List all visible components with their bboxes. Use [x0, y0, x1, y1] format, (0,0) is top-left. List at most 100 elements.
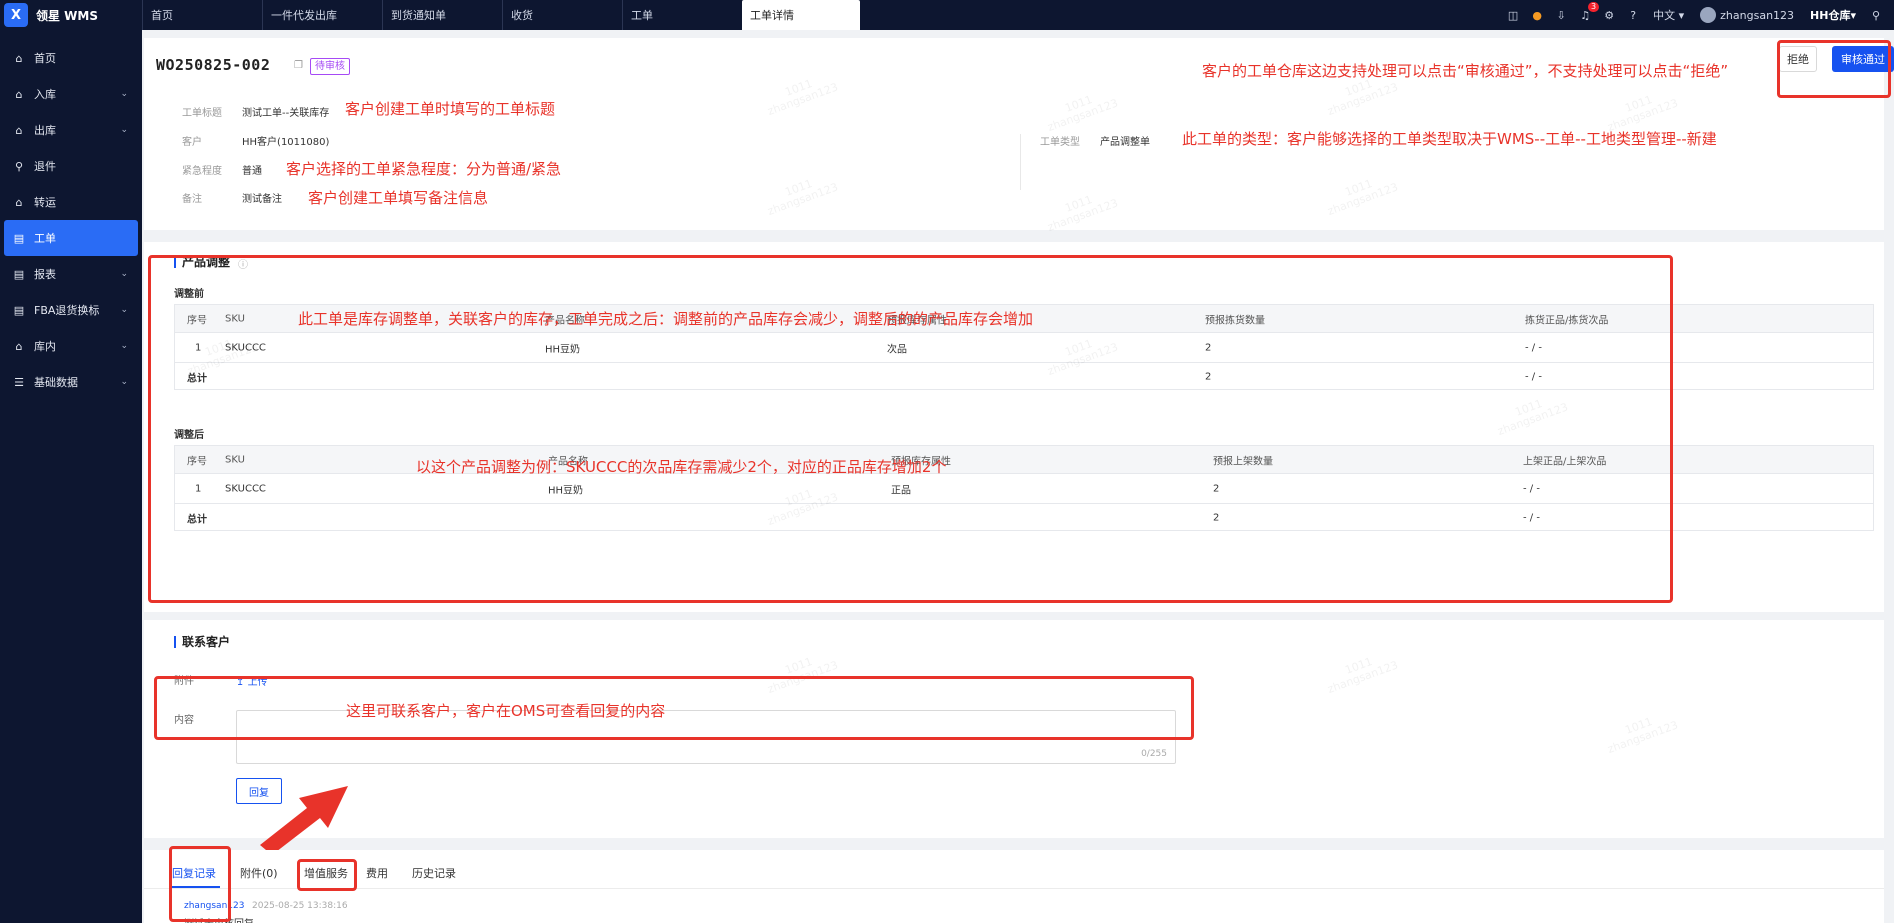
warehouse-label: HH仓库	[1810, 9, 1851, 22]
contact-card: 联系客户 附件 ↥ 上传 内容 0/255 回复 1011 zhangsan123…	[144, 620, 1884, 838]
warehouse-select[interactable]: HH仓库▾	[1810, 7, 1856, 23]
reply-time: 2025-08-25 13:38:16	[252, 901, 348, 911]
tab-home[interactable]: 首页	[142, 0, 262, 30]
adjust-section-title: 产品调整	[174, 256, 230, 268]
transfer-icon: ⌂	[15, 195, 23, 209]
upload-label: 上传	[247, 677, 268, 688]
col-shelf: 上架正品/上架次品	[1523, 456, 1607, 467]
main-content: WO250825-002 ❐ 待审核 工单标题 测试工单--关联库存 客户 HH…	[142, 30, 1894, 923]
avatar[interactable]	[1700, 7, 1717, 23]
watermark: 1011 zhangsan123	[1495, 396, 1570, 438]
total-pick: - / -	[1525, 371, 1542, 383]
sidebar-item-report[interactable]: ▤ 报表 ⌄	[0, 256, 142, 292]
sidebar-item-label: 工单	[34, 232, 56, 245]
total-shelf: - / -	[1523, 512, 1540, 524]
row-qty: 2	[1213, 483, 1220, 494]
col-pick: 拣货正品/拣货次品	[1525, 315, 1609, 326]
reject-button[interactable]: 拒绝	[1779, 46, 1817, 72]
chevron-down-icon: ⌄	[120, 341, 128, 351]
chevron-down-icon: ⌄	[120, 125, 128, 135]
row-stock-attr: 次品	[887, 344, 907, 355]
sidebar-item-transfer[interactable]: ⌂ 转运	[0, 184, 142, 220]
remark-label: 备注	[182, 194, 202, 205]
title-value: 测试工单--关联库存	[242, 108, 330, 119]
tab-arrival-notice[interactable]: 到货通知单	[382, 0, 502, 30]
type-label: 工单类型	[1040, 137, 1080, 148]
row-shelf: - / -	[1523, 483, 1540, 494]
type-value: 产品调整单	[1100, 137, 1150, 148]
tab-attachments[interactable]: 附件(0)	[240, 865, 278, 881]
watermark: 1011 zhangsan123	[1045, 192, 1120, 234]
sidebar-item-label: 首页	[34, 52, 56, 65]
tab-fees[interactable]: 费用	[366, 865, 388, 881]
help-icon[interactable]: ?	[1625, 7, 1641, 23]
urgency-value: 普通	[242, 166, 262, 177]
sidebar-item-label: 库内	[34, 340, 56, 353]
upload-button[interactable]: ↥ 上传	[236, 673, 268, 688]
app-name: 领星 WMS	[36, 8, 98, 23]
chevron-down-icon: ⌄	[120, 89, 128, 99]
printer-icon[interactable]: ◫	[1505, 7, 1521, 23]
tab-dropship-outbound[interactable]: 一件代发出库	[262, 0, 382, 30]
sidebar-item-outbound[interactable]: ⌂ 出库 ⌄	[0, 112, 142, 148]
approve-button[interactable]: 审核通过	[1832, 46, 1894, 72]
username[interactable]: zhangsan123	[1720, 9, 1794, 22]
watermark: 1011 zhangsan123	[1325, 654, 1400, 696]
tab-workorder[interactable]: 工单	[622, 0, 742, 30]
sidebar-item-return[interactable]: ⚲ 退件	[0, 148, 142, 184]
table-total-row: 总计 2 - / -	[175, 363, 1873, 391]
watermark: 1011 zhangsan123	[765, 76, 840, 118]
robot-icon[interactable]: ●	[1529, 7, 1545, 23]
watermark: 1011 zhangsan123	[765, 176, 840, 218]
sidebar-item-label: 退件	[34, 160, 56, 173]
copy-icon[interactable]: ❐	[294, 60, 303, 71]
note-example: 以这个产品调整为例：SKUCCC的次品库存需减少2个，对应的正品库存增加2个	[416, 458, 947, 476]
sidebar-item-warehouse[interactable]: ⌂ 库内 ⌄	[0, 328, 142, 364]
top-right-tools: ◫ ● ⇩ ♫ 3 ⚙ ? 中文 ▾ zhangsan123 HH仓库▾ ⚲	[1501, 0, 1894, 30]
gear-icon[interactable]: ⚙	[1601, 7, 1617, 23]
records-card: 回复记录 附件(0) 增值服务 费用 历史记录 zhangsan123 2025…	[144, 850, 1884, 923]
data-icon: ☰	[14, 375, 24, 389]
sidebar-item-label: 报表	[34, 268, 56, 281]
remark-value: 测试备注	[242, 194, 282, 205]
reply-user[interactable]: zhangsan123	[184, 901, 244, 911]
tab-history[interactable]: 历史记录	[412, 865, 456, 881]
fba-icon: ▤	[13, 303, 25, 317]
annotation-arrow	[260, 786, 348, 850]
sidebar-item-workorder[interactable]: ▤ 工单	[4, 220, 138, 256]
info-icon[interactable]: ⓘ	[238, 256, 248, 271]
download-icon[interactable]: ⇩	[1553, 7, 1569, 23]
search-icon[interactable]: ⚲	[1868, 7, 1884, 23]
bell-icon[interactable]: ♫ 3	[1577, 2, 1600, 23]
row-sku: SKUCCC	[225, 483, 266, 494]
table-total-row: 总计 2 - / -	[175, 504, 1873, 532]
after-title: 调整后	[174, 430, 204, 441]
sidebar-item-fba[interactable]: ▤ FBA退货换标 ⌄	[0, 292, 142, 328]
tabs-divider	[144, 888, 1884, 889]
watermark: 1011 zhangsan123	[1605, 92, 1680, 134]
tab-reply-records[interactable]: 回复记录	[172, 865, 216, 881]
col-index: 序号	[187, 315, 207, 326]
total-qty: 2	[1213, 512, 1220, 524]
language-select[interactable]: 中文 ▾	[1653, 7, 1684, 23]
brand[interactable]: X 领星 WMS	[0, 0, 142, 30]
row-index: 1	[195, 483, 202, 494]
customer-value: HH客户(1011080)	[242, 137, 330, 148]
status-badge: 待审核	[310, 58, 350, 75]
sidebar-item-label: FBA退货换标	[34, 304, 100, 317]
page-title: WO250825-002	[156, 56, 271, 74]
tab-value-added[interactable]: 增值服务	[304, 865, 348, 881]
col-qty: 预报上架数量	[1213, 456, 1273, 467]
watermark: 1011 zhangsan123	[1325, 176, 1400, 218]
row-qty: 2	[1205, 342, 1212, 353]
inbound-icon: ⌂	[15, 87, 23, 101]
tab-receiving[interactable]: 收货	[502, 0, 622, 30]
table-row: 1 SKUCCC HH豆奶 次品 2 - / -	[175, 333, 1873, 363]
sidebar-item-home[interactable]: ⌂ 首页	[0, 40, 142, 76]
tab-workorder-detail[interactable]: 工单详情	[742, 0, 860, 30]
title-label: 工单标题	[182, 108, 222, 119]
chevron-down-icon: ⌄	[120, 305, 128, 315]
customer-label: 客户	[182, 137, 202, 148]
sidebar-item-inbound[interactable]: ⌂ 入库 ⌄	[0, 76, 142, 112]
sidebar-item-basedata[interactable]: ☰ 基础数据 ⌄	[0, 364, 142, 400]
